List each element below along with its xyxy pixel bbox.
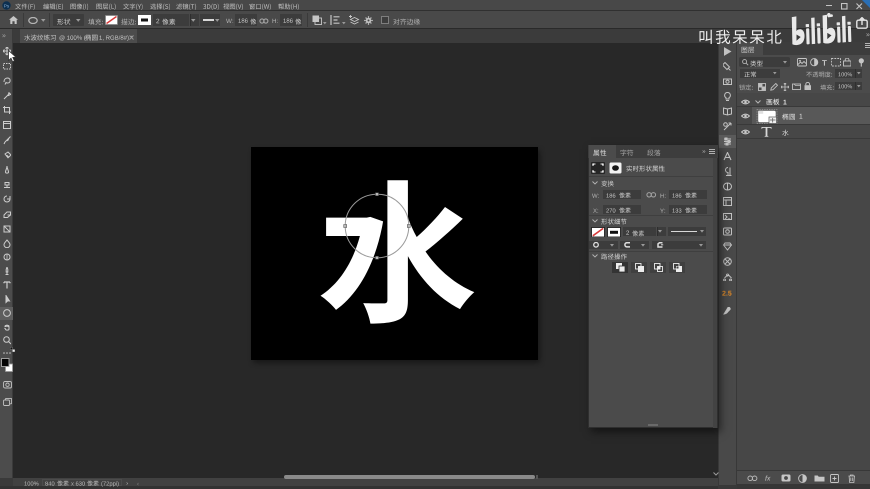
svg-text:Ps: Ps bbox=[4, 4, 10, 9]
